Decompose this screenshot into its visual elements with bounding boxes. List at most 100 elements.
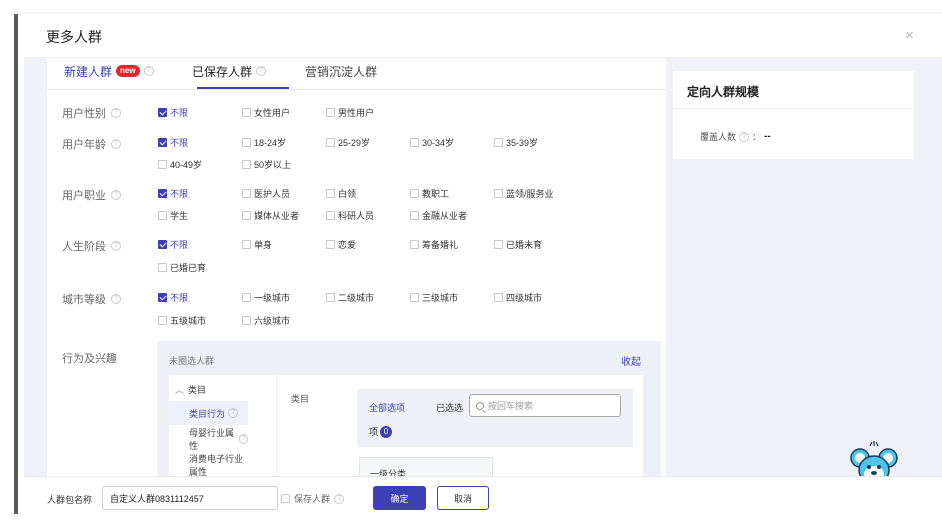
checkbox-icon [326, 211, 335, 220]
age-option-30-34[interactable]: 30-34岁 [410, 136, 454, 149]
job-option-research[interactable]: 科研人员 [326, 209, 374, 222]
life-option-married-no-kids[interactable]: 已婚未育 [494, 238, 542, 251]
age-option-50plus[interactable]: 50岁以上 [242, 158, 291, 171]
age-option-25-29[interactable]: 25-29岁 [326, 136, 370, 149]
option-label: 二级城市 [338, 293, 375, 303]
option-label: 教职工 [422, 189, 450, 199]
job-option-finance[interactable]: 金融从业者 [410, 209, 467, 222]
help-icon[interactable]: ? [143, 66, 154, 76]
city-option-tier4[interactable]: 四级城市 [494, 291, 542, 304]
help-icon[interactable]: ? [111, 190, 121, 200]
city-level-label-text: 城市等级 [62, 294, 106, 306]
job-option-bluecollar[interactable]: 蓝领/服务业 [494, 187, 554, 200]
tab-marketing-audience[interactable]: 营销沉淀人群 [305, 60, 377, 82]
help-icon[interactable]: ? [239, 434, 248, 444]
coverage-row: 覆盖人数 ? ： -- [700, 130, 771, 143]
coverage-value: -- [764, 131, 771, 142]
help-icon[interactable]: ? [739, 131, 750, 142]
option-label: 五级城市 [170, 316, 207, 326]
tab-bar: 新建人群 new ? 已保存人群 ? 营销沉淀人群 [47, 58, 666, 90]
help-icon[interactable]: ? [334, 493, 345, 504]
modal-header: 更多人群 × [24, 12, 942, 58]
category-item-behavior[interactable]: 类目行为 ? [169, 401, 248, 425]
audience-name-label: 人群包名称 [47, 495, 93, 505]
city-option-unlimited[interactable]: 不限 [158, 291, 188, 304]
help-icon[interactable]: ? [228, 408, 239, 418]
audience-scale-header: 定向人群规模 [673, 71, 914, 109]
save-audience-checkbox[interactable]: 保存人群 ? [281, 492, 345, 505]
option-label: 筹备婚礼 [422, 240, 459, 250]
job-option-teacher[interactable]: 教职工 [410, 187, 449, 200]
checkbox-icon [242, 160, 251, 169]
option-label: 已婚未育 [506, 240, 543, 250]
option-label: 已婚已育 [170, 263, 207, 273]
option-label: 不限 [170, 240, 189, 250]
help-icon[interactable]: ? [111, 294, 121, 304]
audience-name-input[interactable] [102, 486, 278, 510]
help-icon[interactable]: ? [111, 241, 121, 251]
tab-saved-audience[interactable]: 已保存人群 ? [192, 60, 267, 82]
gender-label: 用户性别 ? [62, 105, 121, 121]
option-label: 一级城市 [254, 293, 291, 303]
audience-panel: 新建人群 new ? 已保存人群 ? 营销沉淀人群 用户性别 ? 不限 女性用户… [47, 58, 666, 476]
option-label: 学生 [170, 211, 189, 221]
age-option-35-39[interactable]: 35-39岁 [494, 136, 538, 149]
search-box[interactable] [469, 394, 621, 417]
help-icon[interactable]: ? [111, 139, 121, 149]
option-label: 三级城市 [422, 293, 459, 303]
gender-option-female[interactable]: 女性用户 [242, 106, 290, 119]
all-options-link[interactable]: 全部选项 [369, 401, 405, 414]
coverage-label: 覆盖人数 [700, 132, 737, 142]
option-label: 30-34岁 [422, 138, 455, 148]
checkbox-icon [242, 316, 251, 325]
tab-new-audience[interactable]: 新建人群 new ? [64, 60, 154, 82]
job-option-student[interactable]: 学生 [158, 209, 188, 222]
life-option-unlimited[interactable]: 不限 [158, 238, 188, 251]
search-input[interactable] [488, 400, 608, 411]
city-option-tier5[interactable]: 五级城市 [158, 314, 206, 327]
age-option-unlimited[interactable]: 不限 [158, 136, 188, 149]
life-option-dating[interactable]: 恋爱 [326, 238, 356, 251]
job-option-unlimited[interactable]: 不限 [158, 187, 188, 200]
tab-label: 营销沉淀人群 [305, 64, 378, 79]
gender-option-male[interactable]: 男性用户 [326, 106, 374, 119]
job-option-media[interactable]: 媒体从业者 [242, 209, 299, 222]
city-option-tier2[interactable]: 二级城市 [326, 291, 374, 304]
close-icon[interactable]: × [905, 27, 914, 44]
selected-count: 项 0 [369, 425, 393, 438]
checkbox-icon [410, 293, 419, 302]
tab-label: 已保存人群 [192, 64, 253, 79]
checkbox-icon [326, 108, 335, 117]
checkbox-icon [242, 211, 251, 220]
age-option-18-24[interactable]: 18-24岁 [242, 136, 286, 149]
category-item-maternity[interactable]: 母婴行业属性 ? [169, 427, 248, 451]
confirm-button[interactable]: 确定 [373, 486, 426, 510]
help-icon[interactable]: ? [256, 66, 267, 76]
city-option-tier6[interactable]: 六级城市 [242, 314, 290, 327]
life-stage-label: 人生阶段 ? [62, 238, 121, 254]
age-option-40-49[interactable]: 40-49岁 [158, 158, 202, 171]
checkbox-icon [158, 240, 167, 249]
category-head[interactable]: ︿ 类目 [175, 383, 206, 396]
city-option-tier3[interactable]: 三级城市 [410, 291, 458, 304]
job-label-text: 用户职业 [62, 190, 106, 202]
category-item-electronics[interactable]: 消费电子行业属性 [169, 453, 248, 476]
cancel-button[interactable]: 取消 [437, 486, 489, 510]
option-label: 恋爱 [338, 240, 357, 250]
behavior-inner: ︿ 类目 类目行为 ? 母婴行业属性 ? 消费电子行业属性 类目 全部选项 已选… [169, 375, 643, 476]
level1-category-box[interactable]: 一级分类 [359, 457, 493, 476]
help-icon[interactable]: ? [111, 108, 121, 118]
left-accent-bar [14, 14, 18, 514]
collapse-link[interactable]: 收起 [621, 353, 641, 368]
job-option-medical[interactable]: 医护人员 [242, 187, 290, 200]
checkbox-icon [242, 293, 251, 302]
life-option-single[interactable]: 单身 [242, 238, 272, 251]
city-option-tier1[interactable]: 一级城市 [242, 291, 290, 304]
job-option-whitecollar[interactable]: 白领 [326, 187, 356, 200]
life-option-married-kids[interactable]: 已婚已育 [158, 261, 206, 274]
option-label: 25-29岁 [338, 138, 371, 148]
life-option-wedding[interactable]: 筹备婚礼 [410, 238, 458, 251]
gender-option-unlimited[interactable]: 不限 [158, 106, 188, 119]
count-badge: 0 [380, 425, 393, 438]
option-label: 35-39岁 [506, 138, 539, 148]
